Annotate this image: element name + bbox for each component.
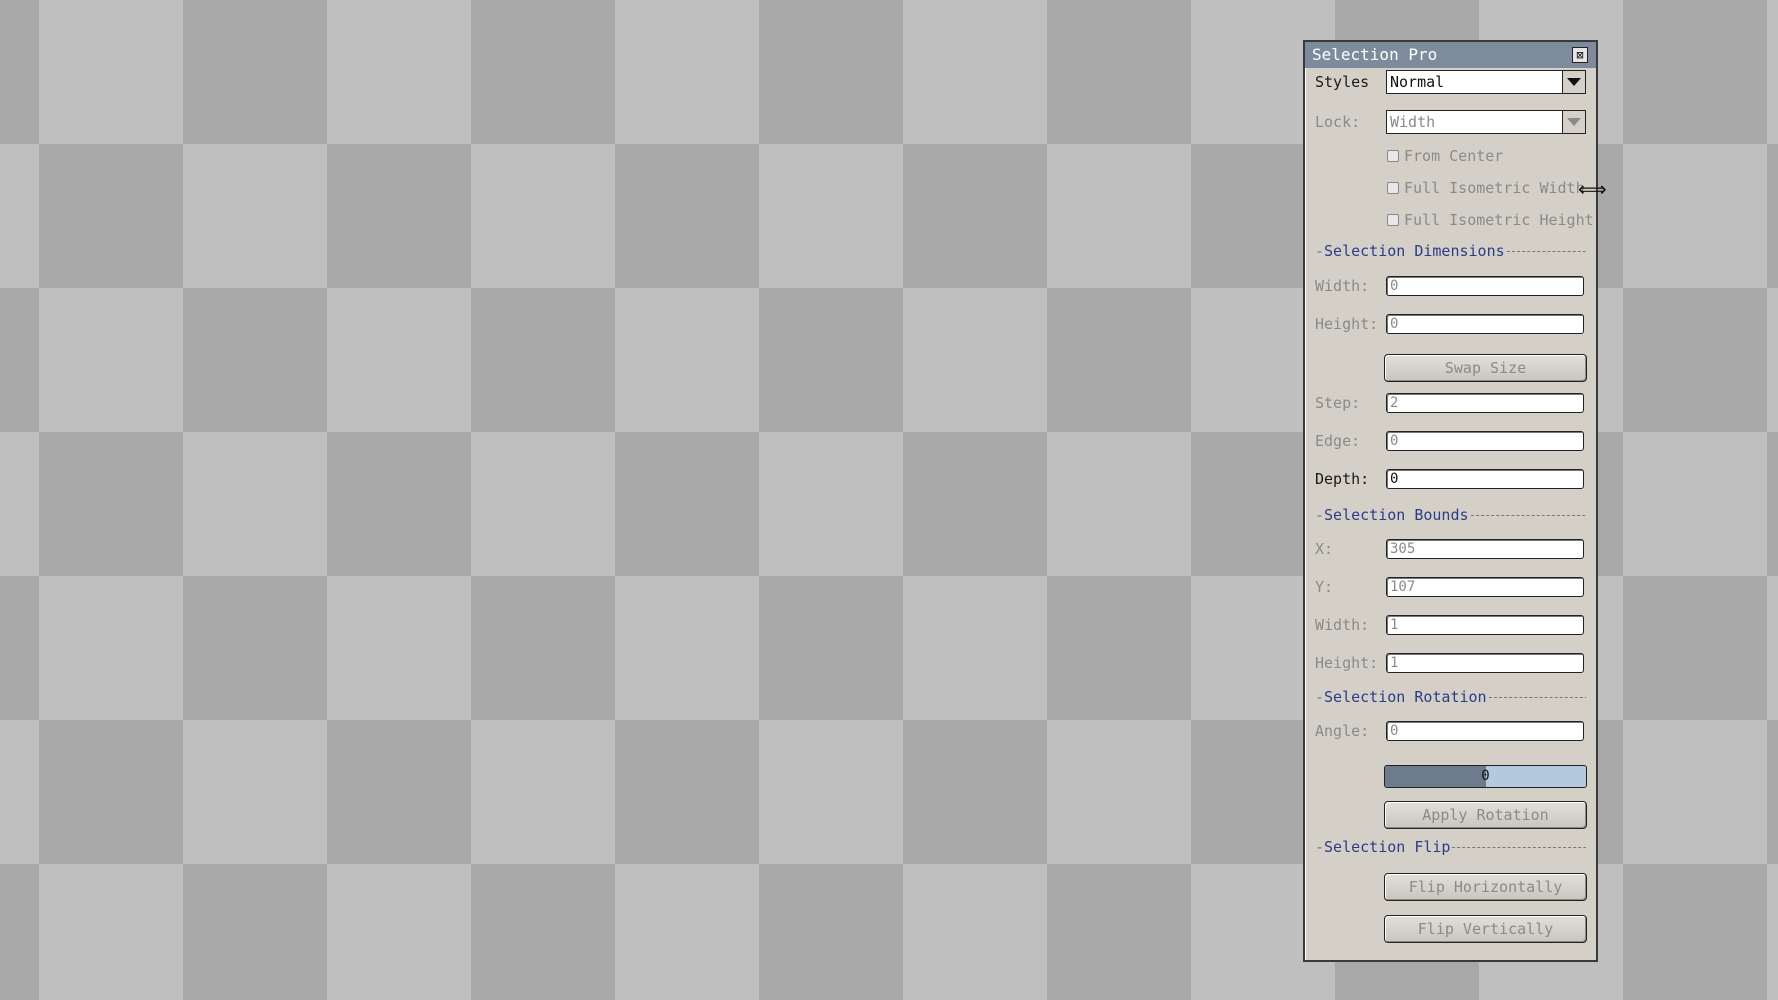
panel-titlebar[interactable]: Selection Pro ⊠ <box>1305 42 1596 68</box>
rotation-slider-value: 0 <box>1481 768 1490 784</box>
lock-dropdown[interactable]: Width <box>1386 110 1586 134</box>
bounds-x-field[interactable]: 305 <box>1386 539 1584 559</box>
dimensions-height-label: Height: <box>1315 315 1379 333</box>
bounds-y-label: Y: <box>1315 578 1334 596</box>
checkbox-label: Full Isometric Height <box>1404 211 1594 229</box>
swap-size-button[interactable]: Swap Size <box>1384 354 1587 382</box>
checkbox-label: Full Isometric Width <box>1404 179 1585 197</box>
section-selection-bounds: -Selection Bounds <box>1315 506 1586 524</box>
angle-field[interactable]: 0 <box>1386 721 1584 741</box>
checkbox-box[interactable] <box>1387 182 1399 194</box>
styles-value: Normal <box>1390 73 1445 91</box>
selection-pro-panel: Selection Pro ⊠ Styles Normal Lock: Widt… <box>1303 40 1598 962</box>
from-center-checkbox[interactable]: From Center <box>1387 147 1503 165</box>
section-heading: Selection Rotation <box>1324 688 1487 706</box>
styles-label: Styles <box>1315 73 1370 91</box>
edge-field[interactable]: 0 <box>1386 431 1584 451</box>
flip-vertically-button[interactable]: Flip Vertically <box>1384 915 1587 943</box>
step-label: Step: <box>1315 394 1361 412</box>
section-selection-flip: -Selection Flip <box>1315 838 1586 856</box>
section-selection-rotation: -Selection Rotation <box>1315 688 1586 706</box>
close-icon[interactable]: ⊠ <box>1572 47 1588 63</box>
lock-label: Lock: <box>1315 113 1361 131</box>
bounds-height-label: Height: <box>1315 654 1379 672</box>
apply-rotation-button[interactable]: Apply Rotation <box>1384 801 1587 829</box>
dimensions-width-field[interactable]: 0 <box>1386 276 1584 296</box>
edge-label: Edge: <box>1315 432 1361 450</box>
bounds-width-field[interactable]: 1 <box>1386 615 1584 635</box>
section-heading: Selection Flip <box>1324 838 1451 856</box>
section-selection-dimensions: -Selection Dimensions <box>1315 242 1586 260</box>
section-heading: Selection Bounds <box>1324 506 1469 524</box>
bounds-x-label: X: <box>1315 540 1334 558</box>
full-isometric-width-checkbox[interactable]: Full Isometric Width <box>1387 179 1585 197</box>
dimensions-width-label: Width: <box>1315 277 1370 295</box>
step-field[interactable]: 2 <box>1386 393 1584 413</box>
styles-dropdown[interactable]: Normal <box>1386 70 1586 94</box>
full-isometric-height-checkbox[interactable]: Full Isometric Height <box>1387 211 1594 229</box>
dimensions-height-field[interactable]: 0 <box>1386 314 1584 334</box>
chevron-down-icon[interactable] <box>1562 110 1586 134</box>
depth-label: Depth: <box>1315 470 1370 488</box>
panel-title: Selection Pro <box>1312 45 1438 64</box>
bounds-width-label: Width: <box>1315 616 1370 634</box>
depth-field[interactable]: 0 <box>1386 469 1584 489</box>
angle-label: Angle: <box>1315 722 1370 740</box>
checkbox-box[interactable] <box>1387 150 1399 162</box>
flip-horizontally-button[interactable]: Flip Horizontally <box>1384 873 1587 901</box>
rotation-slider[interactable]: 0 <box>1384 765 1587 788</box>
lock-value: Width <box>1390 113 1436 131</box>
section-heading: Selection Dimensions <box>1324 242 1505 260</box>
bounds-height-field[interactable]: 1 <box>1386 653 1584 673</box>
checkbox-label: From Center <box>1404 147 1504 165</box>
bounds-y-field[interactable]: 107 <box>1386 577 1584 597</box>
resize-horizontal-icon: ⟺ <box>1578 177 1607 201</box>
chevron-down-icon[interactable] <box>1562 70 1586 94</box>
checkbox-box[interactable] <box>1387 214 1399 226</box>
